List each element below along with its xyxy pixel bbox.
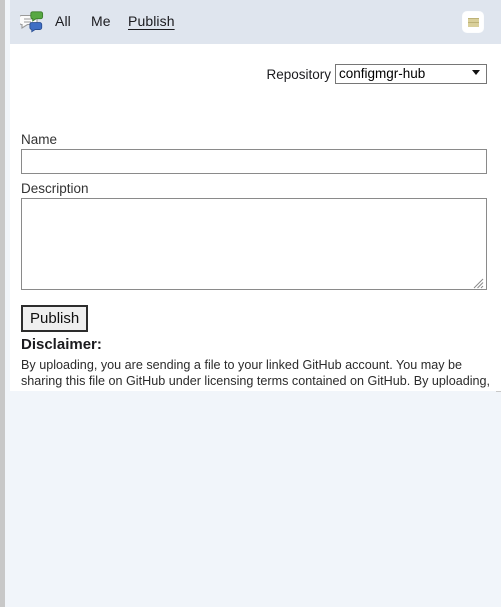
publish-button[interactable]: Publish xyxy=(21,305,89,332)
description-label: Description xyxy=(21,181,89,196)
bottom-empty-pane xyxy=(10,392,501,607)
list-menu-icon xyxy=(468,18,479,27)
repository-row: Repository configmgr-hub xyxy=(266,64,487,84)
repository-label: Repository xyxy=(266,66,331,82)
chat-bubbles-icon xyxy=(18,11,44,33)
publish-form-panel: Repository configmgr-hub Name Descriptio… xyxy=(10,44,501,421)
name-input[interactable] xyxy=(21,149,487,174)
repository-select-wrapper: configmgr-hub xyxy=(335,64,487,84)
app-window: All Me Publish Repository configmgr-hub … xyxy=(0,0,501,607)
nav-link-all[interactable]: All xyxy=(55,13,71,29)
top-navigation-bar: All Me Publish xyxy=(10,0,501,44)
nav-link-me[interactable]: Me xyxy=(91,13,111,29)
nav-link-publish[interactable]: Publish xyxy=(128,13,175,29)
description-input[interactable] xyxy=(21,198,487,290)
repository-select[interactable]: configmgr-hub xyxy=(335,64,487,84)
menu-button[interactable] xyxy=(463,12,483,32)
disclaimer-heading: Disclaimer: xyxy=(21,336,102,353)
name-label: Name xyxy=(21,132,58,147)
